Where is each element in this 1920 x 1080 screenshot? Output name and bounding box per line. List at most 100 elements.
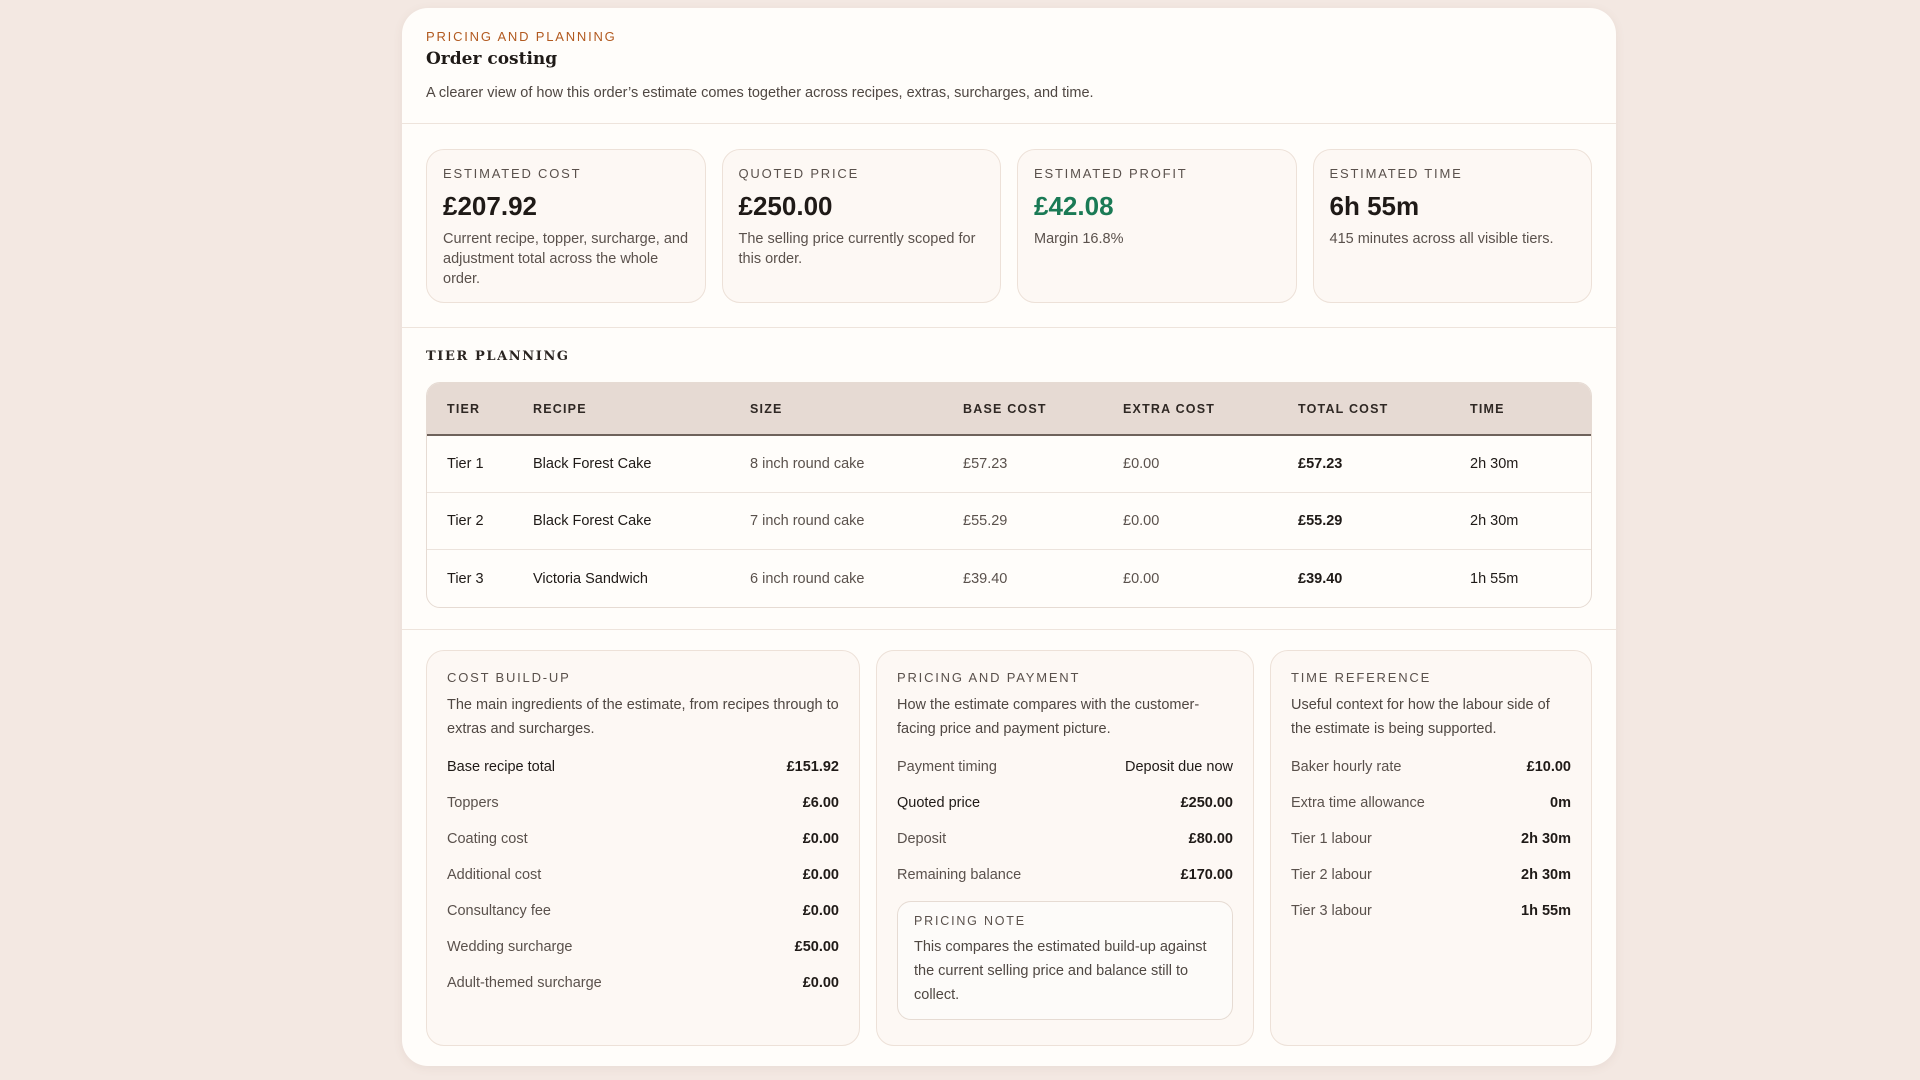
row-value: £0.00 xyxy=(802,867,839,883)
row-value: £250.00 xyxy=(1180,795,1233,811)
cell-total-cost: £57.23 xyxy=(1298,456,1343,472)
cell-extra-cost: £0.00 xyxy=(1123,456,1160,472)
stat-label: ESTIMATED COST xyxy=(443,166,582,181)
page-title: Order costing xyxy=(426,49,558,69)
cell-extra-cost: £0.00 xyxy=(1123,570,1160,587)
row-label: Baker hourly rate xyxy=(1291,759,1402,775)
row-label: Toppers xyxy=(447,795,499,811)
row-label: Additional cost xyxy=(447,867,542,883)
list-item: Tier 3 labour 1h 55m xyxy=(1291,893,1571,929)
list-item: Payment timing Deposit due now xyxy=(897,749,1233,785)
panel-description: The main ingredients of the estimate, fr… xyxy=(447,697,839,737)
row-label: Deposit xyxy=(897,831,947,847)
panel-description: How the estimate compares with the custo… xyxy=(897,697,1200,737)
row-value: £6.00 xyxy=(802,795,839,811)
cell-size: 7 inch round cake xyxy=(750,513,865,529)
time-reference-panel: TIME REFERENCE Useful context for how th… xyxy=(1270,650,1592,1046)
page-subtitle: A clearer view of how this order’s estim… xyxy=(426,85,1094,101)
panel-description: Useful context for how the labour side o… xyxy=(1291,697,1550,737)
row-label: Remaining balance xyxy=(897,867,1022,883)
stat-value: £42.08 xyxy=(1034,191,1114,221)
cell-base-cost: £39.40 xyxy=(963,570,1008,587)
row-value: 2h 30m xyxy=(1521,831,1571,847)
cell-base-cost: £57.23 xyxy=(963,456,1008,472)
row-value: £0.00 xyxy=(802,975,839,991)
pricing-note: PRICING NOTE This compares the estimated… xyxy=(897,901,1233,1020)
cell-base-cost: £55.29 xyxy=(963,513,1008,529)
summary-stats: ESTIMATED COST £207.92 Current recipe, t… xyxy=(402,124,1616,328)
time-reference-list: Baker hourly rate £10.00 Extra time allow… xyxy=(1291,749,1571,929)
detail-panels: COST BUILD-UP The main ingredients of th… xyxy=(402,630,1616,1066)
list-item: Remaining balance £170.00 xyxy=(897,857,1233,893)
row-value: £0.00 xyxy=(802,903,839,919)
table-row: Tier 3 Victoria Sandwich 6 inch round ca… xyxy=(427,550,1591,607)
list-item: Toppers £6.00 xyxy=(447,785,839,821)
stat-estimated-time: ESTIMATED TIME 6h 55m 415 minutes across… xyxy=(1312,149,1592,303)
row-label: Tier 2 labour xyxy=(1291,867,1372,883)
stat-estimated-profit: ESTIMATED PROFIT £42.08 Margin 16.8% xyxy=(1017,149,1297,303)
tier-planning-heading: TIER PLANNING xyxy=(426,349,570,364)
list-item: Base recipe total £151.92 xyxy=(447,749,839,785)
row-label: Tier 1 labour xyxy=(1291,831,1372,847)
stat-label: QUOTED PRICE xyxy=(738,166,860,181)
cell-size: 8 inch round cake xyxy=(750,456,865,472)
row-label: Consultancy fee xyxy=(447,903,551,919)
list-item: Tier 1 labour 2h 30m xyxy=(1291,821,1571,857)
stat-description: Current recipe, topper, surcharge, and a… xyxy=(443,231,689,287)
cell-recipe: Black Forest Cake xyxy=(533,513,652,529)
stat-quoted-price: QUOTED PRICE £250.00 The selling price c… xyxy=(721,149,1001,303)
cell-tier: Tier 1 xyxy=(447,456,484,472)
cell-size: 6 inch round cake xyxy=(750,570,865,587)
cell-time: 1h 55m xyxy=(1470,570,1519,587)
list-item: Coating cost £0.00 xyxy=(447,821,839,857)
tier-table: TIER RECIPE SIZE BASE COST EXTRA COST TO… xyxy=(426,382,1592,608)
cell-time: 2h 30m xyxy=(1470,456,1519,472)
stat-value: £250.00 xyxy=(738,191,833,221)
row-value: £50.00 xyxy=(794,939,839,955)
cost-buildup-list: Base recipe total £151.92 Toppers £6.00 Co… xyxy=(447,749,839,1001)
stat-label: ESTIMATED PROFIT xyxy=(1034,166,1188,181)
order-costing-card: PRICING AND PLANNING Order costing A cle… xyxy=(402,8,1616,1066)
row-value: 2h 30m xyxy=(1521,867,1571,883)
row-value: £0.00 xyxy=(802,831,839,847)
panel-label: COST BUILD-UP xyxy=(447,670,571,685)
cell-total-cost: £55.29 xyxy=(1298,513,1343,529)
list-item: Consultancy fee £0.00 xyxy=(447,893,839,929)
stat-label: ESTIMATED TIME xyxy=(1329,166,1463,181)
cell-time: 2h 30m xyxy=(1470,513,1519,529)
note-label: PRICING NOTE xyxy=(914,914,1026,928)
column-header-base-cost: BASE COST xyxy=(963,401,1047,416)
stat-value: 6h 55m xyxy=(1329,191,1420,221)
stat-estimated-cost: ESTIMATED COST £207.92 Current recipe, t… xyxy=(426,149,706,303)
column-header-size: SIZE xyxy=(750,401,783,416)
column-header-extra-cost: EXTRA COST xyxy=(1123,401,1216,416)
stat-description: The selling price currently scoped for t… xyxy=(738,231,976,267)
row-label: Payment timing xyxy=(897,759,997,775)
stat-value: £207.92 xyxy=(443,191,537,221)
column-header-recipe: RECIPE xyxy=(533,401,587,416)
column-header-tier: TIER xyxy=(447,401,481,416)
stat-description: 415 minutes across all visible tiers. xyxy=(1329,231,1554,247)
cell-extra-cost: £0.00 xyxy=(1123,513,1160,529)
tier-planning-section: TIER PLANNING TIER RECIPE SIZE BASE COST… xyxy=(402,328,1616,630)
row-value: £170.00 xyxy=(1180,867,1233,883)
list-item: Extra time allowance 0m xyxy=(1291,785,1571,821)
note-text: This compares the estimated build-up aga… xyxy=(914,939,1207,1003)
row-label: Tier 3 labour xyxy=(1291,903,1372,919)
column-header-total-cost: TOTAL COST xyxy=(1298,401,1389,416)
list-item: Additional cost £0.00 xyxy=(447,857,839,893)
list-item: Wedding surcharge £50.00 xyxy=(447,929,839,965)
row-value: £151.92 xyxy=(786,759,839,775)
row-label: Quoted price xyxy=(897,795,981,811)
cell-tier: Tier 3 xyxy=(447,570,484,587)
list-item: Tier 2 labour 2h 30m xyxy=(1291,857,1571,893)
table-row: Tier 2 Black Forest Cake 7 inch round ca… xyxy=(427,493,1591,550)
row-label: Base recipe total xyxy=(447,759,556,775)
list-item: Adult-themed surcharge £0.00 xyxy=(447,965,839,1001)
row-value: £10.00 xyxy=(1526,759,1571,775)
table-row: Tier 1 Black Forest Cake 8 inch round ca… xyxy=(427,436,1591,493)
row-value: Deposit due now xyxy=(1124,759,1233,775)
stat-description: Margin 16.8% xyxy=(1034,231,1124,247)
cell-tier: Tier 2 xyxy=(447,513,484,529)
cell-total-cost: £39.40 xyxy=(1298,570,1343,587)
